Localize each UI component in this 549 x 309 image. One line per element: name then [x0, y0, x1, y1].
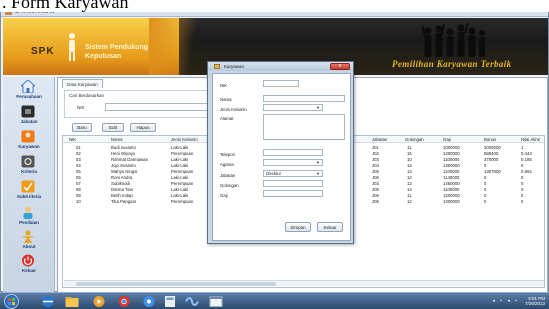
logo-text: SPK — [31, 46, 55, 57]
sidebar-item-label: Keluar — [21, 268, 36, 273]
chevron-down-icon: ▼ — [316, 105, 320, 110]
sidebar-item-perusahaan[interactable]: Perusahaan — [3, 79, 55, 103]
jenis-kelamin-select[interactable]: ▼ — [263, 104, 323, 111]
new-button[interactable]: Baru — [72, 123, 92, 132]
sidebar-item-jabatan[interactable]: Jabatan — [3, 104, 55, 128]
clock[interactable]: 9:01 PM 7/28/2013 — [525, 296, 545, 306]
telepon-label: Telepon — [220, 152, 236, 157]
tab-data-karyawan[interactable]: Data Karyawan — [62, 79, 103, 88]
jenis-kelamin-label: Jenis Kelamin — [220, 107, 247, 112]
calculator-icon[interactable] — [162, 295, 178, 308]
sidebar: Perusahaan Jabatan Karyawan Kriteria Sub… — [3, 77, 55, 293]
karyawan-dialog: Karyawan x NIK Nama Jenis Kelamin ▼ Alam… — [207, 61, 354, 244]
nama-field[interactable] — [263, 95, 345, 102]
delete-button[interactable]: Hapus — [130, 123, 156, 132]
cell-jabatan: J06 — [372, 199, 379, 204]
sidebar-item-label: Perusahaan — [16, 94, 42, 99]
sidebar-item-about[interactable]: About — [3, 229, 55, 253]
sidebar-item-label: About — [22, 244, 36, 249]
sidebar-item-penilaian[interactable]: Penilaian — [3, 205, 55, 229]
header-jabatan[interactable]: Jabatan — [372, 137, 387, 142]
cell-nama: Tika Pangam — [111, 199, 137, 204]
start-button-icon[interactable] — [4, 294, 19, 309]
search-nik-label: NIK — [77, 105, 85, 110]
about-icon — [23, 230, 33, 243]
agama-select[interactable]: ▼ — [263, 159, 323, 166]
golongan-label: Golongan — [220, 183, 239, 188]
home-icon — [21, 80, 35, 93]
header-nik[interactable]: NIK — [69, 137, 76, 142]
chrome-icon[interactable] — [116, 295, 132, 308]
clock-date: 7/28/2013 — [524, 301, 545, 306]
logo-person-icon — [69, 33, 75, 61]
cell-jk: Perempuan — [171, 199, 194, 204]
telepon-field[interactable] — [263, 149, 323, 156]
header-nama[interactable]: Nama — [111, 137, 122, 142]
banner-slogan: Pemilihan Karyawan Terbaik — [392, 59, 512, 69]
header-golongan[interactable]: Golongan — [405, 137, 424, 142]
app-icon-blue[interactable] — [141, 295, 157, 308]
sidebar-item-karyawan[interactable]: Karyawan — [3, 129, 55, 153]
page-caption: . Form Karyawan — [0, 0, 549, 12]
golongan-field[interactable] — [263, 180, 323, 187]
subcriteria-icon — [21, 180, 35, 193]
nik-label: NIK — [220, 83, 228, 88]
sidebar-item-label: Penilaian — [19, 220, 39, 225]
cell-golongan: 12 — [407, 199, 412, 204]
sidebar-item-label: Karyawan — [18, 144, 40, 149]
criteria-icon — [21, 155, 35, 168]
sidebar-item-kriteria[interactable]: Kriteria — [3, 154, 55, 178]
horizontal-scrollbar[interactable] — [64, 280, 544, 286]
nama-label: Nama — [220, 97, 232, 102]
cell-nik: 10 — [76, 199, 81, 204]
form-icon — [214, 64, 220, 69]
gaji-field[interactable] — [263, 190, 323, 197]
jabatan-selected-value: Direktur — [266, 171, 282, 176]
system-tray-icons[interactable]: ◂ ▪ ◂ ▪ — [492, 298, 519, 304]
sidebar-item-label: Kriteria — [21, 169, 37, 174]
header-gaji[interactable]: Gaji — [443, 137, 451, 142]
logo-tagline-1: Sistem Pendukung — [85, 44, 149, 51]
exit-icon — [22, 254, 34, 267]
jabatan-label: Jabatan — [220, 173, 236, 178]
browser-icon[interactable] — [40, 295, 56, 308]
jabatan-select[interactable]: Direktur ▼ — [263, 170, 323, 177]
dialog-close-button[interactable]: x — [330, 63, 350, 70]
header-bonus[interactable]: Bonus — [484, 137, 496, 142]
sidebar-item-label: Jabatan — [20, 119, 38, 124]
sidebar-item-label: SubKriteria — [16, 194, 42, 199]
agama-label: Agama — [220, 162, 234, 167]
gaji-label: Gaji — [220, 193, 228, 198]
cell-bonus: 0 — [484, 199, 487, 204]
chevron-down-icon: ▼ — [316, 160, 320, 165]
chevron-down-icon: ▼ — [316, 171, 320, 176]
business-people-icon — [422, 23, 485, 57]
briefcase-icon — [21, 105, 35, 118]
dialog-title: Karyawan — [224, 64, 245, 69]
assessment-icon — [23, 206, 33, 219]
sidebar-item-keluar[interactable]: Keluar — [3, 253, 55, 277]
search-group-legend: Cari Berdasarkan — [69, 93, 105, 98]
header-jenis-kelamin[interactable]: Jenis Kelamin — [171, 137, 198, 142]
nik-field[interactable] — [263, 80, 299, 87]
employee-icon — [21, 130, 35, 143]
alamat-label: Alamat — [220, 116, 234, 121]
sidebar-item-subkriteria[interactable]: SubKriteria — [3, 179, 55, 203]
logo-tagline-2: Keputusan — [85, 53, 122, 60]
exit-button[interactable]: Keluar — [317, 222, 343, 232]
scrollbar-thumb[interactable] — [76, 282, 276, 286]
media-player-icon[interactable] — [91, 295, 107, 308]
alamat-field[interactable] — [263, 114, 345, 140]
dialog-titlebar: Karyawan x — [208, 62, 353, 71]
cell-nilai: 0 — [521, 199, 524, 204]
window-app-icon[interactable] — [208, 295, 224, 308]
taskbar: ◂ ▪ ◂ ▪ 9:01 PM 7/28/2013 — [0, 292, 549, 309]
save-button[interactable]: Simpan — [285, 222, 311, 232]
header-nilai-akhir[interactable]: Nilai Akhir — [521, 137, 540, 142]
folder-icon[interactable] — [64, 295, 80, 308]
edit-button[interactable]: Edit — [102, 123, 124, 132]
cell-gaji: 1300000 — [443, 199, 460, 204]
dialog-form: NIK Nama Jenis Kelamin ▼ Alamat Telepon … — [212, 73, 351, 241]
visual-studio-icon[interactable] — [184, 295, 200, 308]
